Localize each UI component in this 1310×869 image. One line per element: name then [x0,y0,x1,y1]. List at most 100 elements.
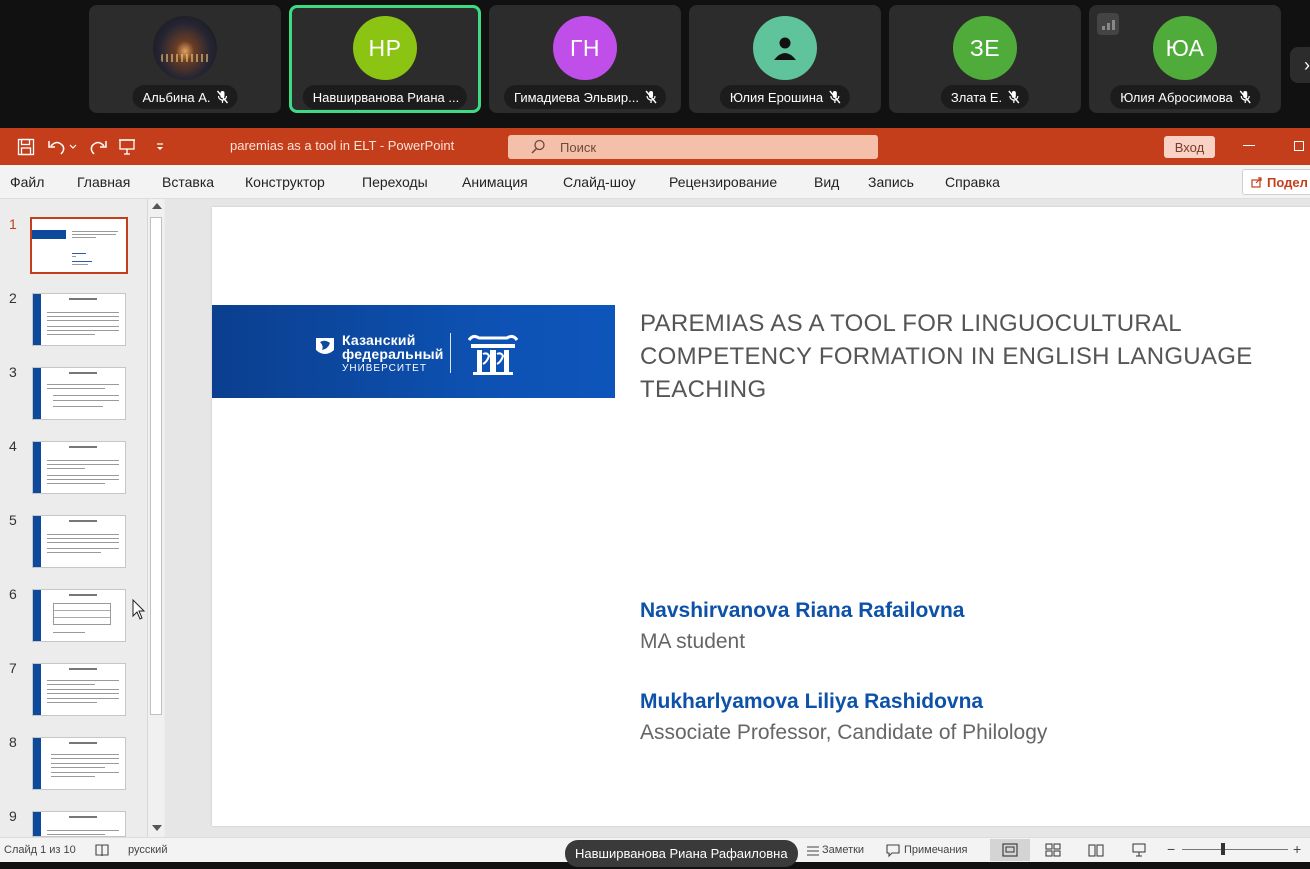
menu-animations[interactable]: Анимация [462,174,528,190]
slide-thumbnail[interactable] [32,737,126,790]
redo-icon[interactable] [88,137,108,157]
workspace: 1 2 3 4 5 6 7 8 9 Казанский федеральный … [0,199,1310,837]
slide-thumbnail[interactable] [32,663,126,716]
menu-transitions[interactable]: Переходы [362,174,428,190]
author-name[interactable]: Mukharlyamova Liliya Rashidovna [640,690,983,714]
restore-icon[interactable] [1294,141,1304,151]
slide-counter: Слайд 1 из 10 [4,844,76,856]
signal-strength-icon [1097,13,1119,35]
ribbon-menu: Файл Главная Вставка Конструктор Переход… [0,165,1310,199]
scroll-up-icon[interactable] [152,203,162,209]
undo-icon[interactable] [47,137,67,157]
thumbnail-number: 2 [9,290,17,306]
scroll-thumb[interactable] [150,217,162,715]
comments-button[interactable]: Примечания [904,844,968,856]
author-role[interactable]: Associate Professor, Candidate of Philol… [640,721,1047,745]
zoom-in-button[interactable]: + [1293,841,1301,857]
menu-help[interactable]: Справка [945,174,1000,190]
menu-design[interactable]: Конструктор [245,174,325,190]
participant-name-pill: Альбина А. [132,85,238,109]
menu-record[interactable]: Запись [868,174,914,190]
thumbnail-number: 6 [9,586,17,602]
menu-slideshow[interactable]: Слайд-шоу [563,174,636,190]
slide-thumbnail[interactable] [30,217,128,274]
participant-tile[interactable]: Юлия Ерошина [689,5,881,113]
share-label: Подел [1267,174,1308,190]
thumbnail-number: 5 [9,512,17,528]
login-button[interactable]: Вход [1164,136,1215,158]
comment-icon[interactable] [885,842,901,858]
spellcheck-book-icon[interactable] [94,842,110,858]
slide-title[interactable]: PAREMIAS AS A TOOL FOR LINGUOCULTURAL CO… [640,307,1290,406]
thumbnail-scrollbar[interactable] [147,199,164,837]
slide-thumbnail[interactable] [32,811,126,837]
normal-view-button[interactable] [990,839,1030,861]
participant-name-pill: Навширванова Риана ... [302,85,468,109]
slide-canvas[interactable]: Казанский федеральный УНИВЕРСИТЕТ PAREMI… [212,207,1310,826]
save-icon[interactable] [16,137,36,157]
next-participants-button[interactable]: › [1290,47,1310,83]
undo-dropdown-icon[interactable] [67,137,79,157]
search-input[interactable]: Поиск [508,135,878,159]
menu-review[interactable]: Рецензирование [669,174,777,190]
participant-tile-active[interactable]: НР Навширванова Риана ... [289,5,481,113]
zoom-out-button[interactable]: − [1167,841,1175,857]
person-icon [774,37,796,60]
normal-view-icon [1002,843,1018,857]
slide-thumbnail[interactable] [32,293,126,346]
language-indicator[interactable]: русский [128,844,167,856]
participant-name: Гимадиева Эльвир... [514,89,639,105]
reading-view-button[interactable] [1076,839,1116,861]
participant-name-pill: Юлия Ерошина [719,85,851,109]
author-role[interactable]: MA student [640,630,745,654]
menu-view[interactable]: Вид [814,174,839,190]
mic-off-icon [1239,90,1251,104]
avatar [753,16,817,80]
slide-thumbnail[interactable] [32,589,126,642]
share-button[interactable]: Подел [1242,169,1310,195]
scroll-down-icon[interactable] [152,825,162,831]
thumbnail-number: 9 [9,808,17,824]
slideshow-view-button[interactable] [1119,839,1159,861]
menu-file[interactable]: Файл [10,174,44,190]
avatar-photo [153,16,217,80]
presentation-icon[interactable] [117,137,137,157]
kfu-logo-text: федеральный [342,346,444,362]
avatar: ГН [553,16,617,80]
avatar: ЗЕ [953,16,1017,80]
active-speaker-label: Навширванова Риана Рафаиловна [565,840,798,867]
thumbnail-number: 8 [9,734,17,750]
chevron-right-icon: › [1304,55,1310,75]
participant-tile[interactable]: Альбина А. [89,5,281,113]
participant-tile[interactable]: ЗЕ Злата Е. [889,5,1081,113]
slideshow-icon [1132,843,1146,857]
zoom-slider-handle[interactable] [1221,843,1225,855]
participant-name-pill: Юлия Абросимова [1110,85,1260,109]
slide-thumbnail-pane: 1 2 3 4 5 6 7 8 9 [0,199,165,837]
participant-strip: Альбина А. НР Навширванова Риана ... ГН … [0,0,1310,124]
slide-sorter-view-button[interactable] [1033,839,1073,861]
slide-thumbnail[interactable] [32,367,126,420]
minimize-icon[interactable] [1243,145,1255,146]
participant-name: Навширванова Риана ... [312,89,460,105]
participant-tile[interactable]: ЮА Юлия Абросимова [1089,5,1281,113]
zoom-slider[interactable] [1182,849,1288,850]
kfu-crest-icon [316,338,334,354]
menu-home[interactable]: Главная [77,174,130,190]
notes-icon[interactable] [805,842,821,858]
menu-insert[interactable]: Вставка [162,174,214,190]
notes-button[interactable]: Заметки [822,844,864,856]
participant-name: Юлия Ерошина [729,89,824,105]
slide-thumbnail[interactable] [32,441,126,494]
participant-name: Злата Е. [950,89,1003,105]
search-placeholder: Поиск [560,139,597,155]
participant-tile[interactable]: ГН Гимадиева Эльвир... [489,5,681,113]
author-name[interactable]: Navshirvanova Riana Rafailovna [640,599,964,623]
mic-off-icon [216,90,229,104]
slide-thumbnail[interactable] [32,515,126,568]
mic-off-icon [645,90,657,104]
search-icon [531,139,545,154]
reading-view-icon [1088,844,1104,857]
customize-toolbar-icon[interactable] [150,137,170,157]
mic-off-icon [1008,90,1020,104]
